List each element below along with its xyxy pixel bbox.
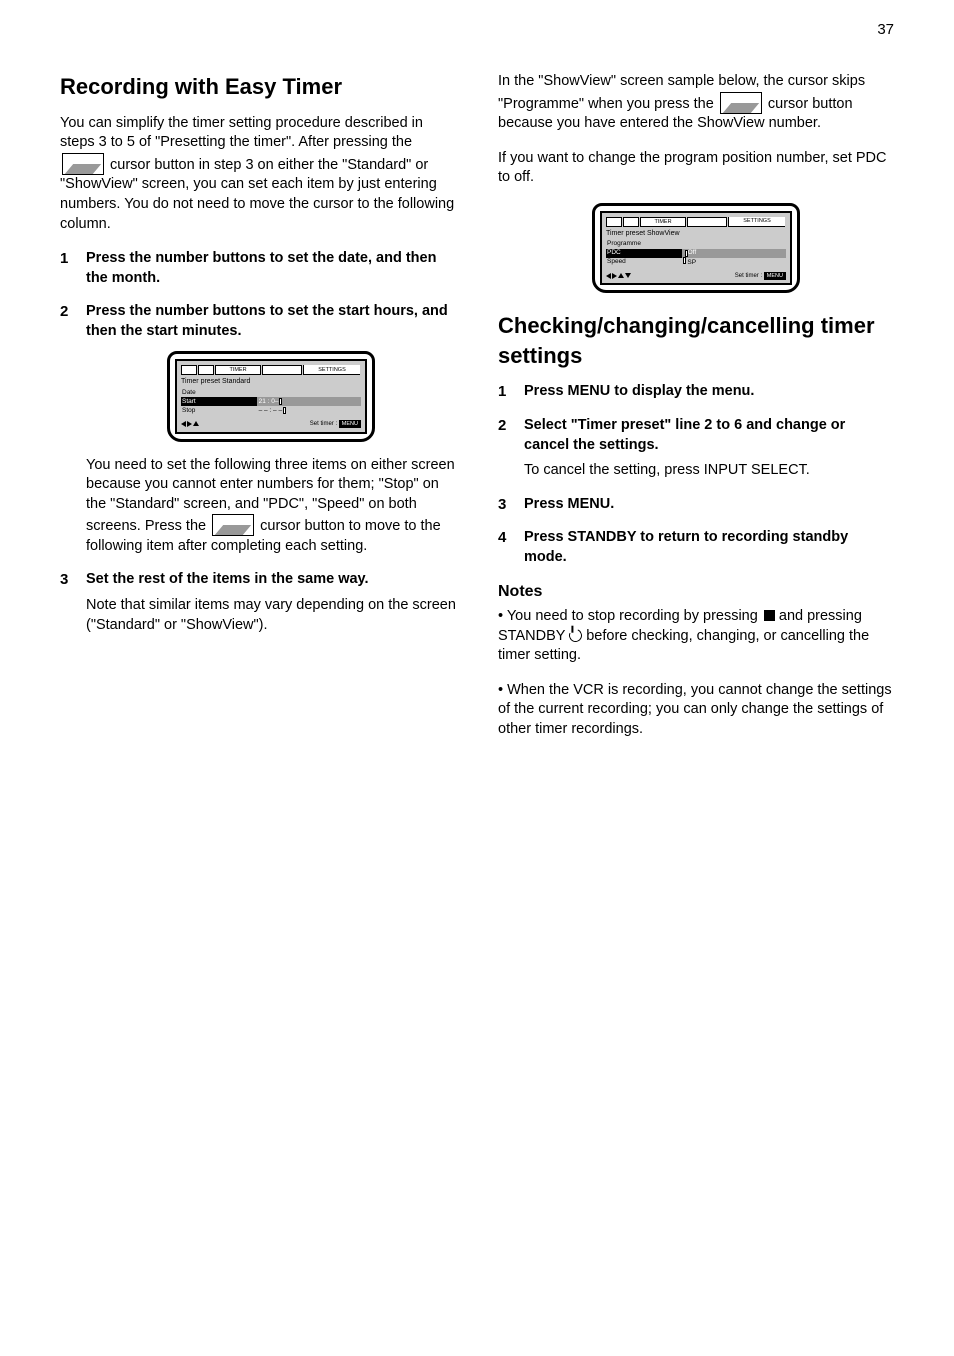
right-column: In the "ShowView" screen sample below, t… (498, 72, 894, 754)
arrow-right-icon (612, 273, 617, 279)
intro-post: cursor button in step 3 on either the "S… (60, 157, 454, 232)
page-content: Recording with Easy Timer You can simpli… (0, 0, 954, 754)
check-step-3: Press MENU. (498, 495, 894, 515)
osd-value: SP (682, 257, 696, 266)
stop-icon (764, 610, 775, 621)
osd-tab: TIMER (640, 217, 686, 227)
page-number: 37 (877, 20, 894, 40)
cursor-mark-icon (683, 257, 686, 264)
cursor-mark-icon (279, 398, 282, 405)
osd-tabs: TIMER SETTINGS (606, 217, 786, 227)
osd-tab (623, 217, 639, 227)
osd-label: PDC (606, 249, 682, 256)
step-2: Press the number buttons to set the star… (60, 302, 456, 556)
note-1: • You need to stop recording by pressing… (498, 607, 894, 666)
intro-pre: You can simplify the timer setting proce… (60, 115, 423, 151)
checking-steps-list: Press MENU to display the menu. Select "… (498, 382, 894, 567)
pdc-tip: If you want to change the program positi… (498, 149, 894, 188)
arrow-icons (181, 421, 199, 427)
step-2-text: Press the number buttons to set the star… (86, 303, 448, 339)
menu-button-chip: MENU (339, 420, 361, 428)
note-1a: You need to stop recording by pressing (507, 608, 758, 624)
osd-showview: TIMER SETTINGS Timer preset ShowView Pro… (592, 203, 800, 293)
tv-frame-inner: TIMER SETTINGS Timer preset Standard Dat… (175, 359, 367, 433)
tv-frame-inner: TIMER SETTINGS Timer preset ShowView Pro… (600, 211, 792, 285)
osd-tabs: TIMER SETTINGS (181, 365, 361, 375)
arrow-up-icon (193, 421, 199, 426)
osd-tab (606, 217, 622, 227)
step-3: Set the rest of the items in the same wa… (60, 570, 456, 635)
osd-tab: SETTINGS (728, 217, 785, 227)
osd-pdc-value: Off (688, 249, 697, 256)
osd-value: – – : – – (257, 406, 361, 415)
osd-label: Programme (606, 240, 682, 247)
osd-title: Timer preset Standard (181, 378, 361, 386)
osd-footer-label: Set timer : (735, 273, 762, 279)
cursor-mark-icon (283, 407, 286, 414)
cursor-right-icon (62, 153, 104, 175)
intro-paragraph: You can simplify the timer setting proce… (60, 114, 456, 234)
osd-label: Start (181, 398, 257, 405)
osd-stop-time: – – : – – (259, 407, 283, 414)
check-step-2-text: Select "Timer preset" line 2 to 6 and ch… (524, 417, 845, 453)
tv-frame-outer: TIMER SETTINGS Timer preset ShowView Pro… (592, 203, 800, 293)
osd-tab: SETTINGS (303, 365, 360, 375)
osd-footer: Set timer : MENU (181, 421, 361, 428)
arrow-down-icon (625, 273, 631, 278)
osd-row-pdc: PDC Off (606, 249, 786, 258)
osd-row-speed: Speed SP (606, 258, 786, 267)
osd-row-start: Start 21 : 0– (181, 397, 361, 406)
osd-label: Stop (181, 407, 257, 414)
right-intro: In the "ShowView" screen sample below, t… (498, 72, 894, 134)
left-column: Recording with Easy Timer You can simpli… (60, 72, 456, 754)
cursor-right-icon (720, 92, 762, 114)
osd-label: Speed (606, 258, 682, 265)
osd-footer-label: Set timer : (310, 421, 337, 427)
osd-row-date: Date (181, 388, 361, 397)
standby-icon (567, 627, 584, 644)
osd-tab (198, 365, 214, 375)
heading-checking: Checking/changing/cancelling timer setti… (498, 311, 894, 370)
osd-tab (181, 365, 197, 375)
check-step-3-text: Press MENU. (524, 496, 614, 512)
heading-easy-timer: Recording with Easy Timer (60, 72, 456, 102)
check-step-1-text: Press MENU to display the menu. (524, 383, 754, 399)
osd-title: Timer preset ShowView (606, 230, 786, 238)
step-1: Press the number buttons to set the date… (60, 249, 456, 288)
osd-row-stop: Stop – – : – – (181, 406, 361, 415)
arrow-up-icon (618, 273, 624, 278)
arrow-left-icon (606, 273, 611, 279)
check-step-4: Press STANDBY to return to recording sta… (498, 528, 894, 567)
check-step-2: Select "Timer preset" line 2 to 6 and ch… (498, 416, 894, 481)
cursor-right-icon (212, 514, 254, 536)
step-2-note: You need to set the following three item… (86, 456, 456, 557)
check-step-1: Press MENU to display the menu. (498, 382, 894, 402)
check-step-4-text: Press STANDBY to return to recording sta… (524, 529, 848, 565)
step-3-note: Note that similar items may vary dependi… (86, 596, 456, 635)
osd-tab: TIMER (215, 365, 261, 375)
arrow-right-icon (187, 421, 192, 427)
notes-heading: Notes (498, 581, 894, 603)
step-1-text: Press the number buttons to set the date… (86, 250, 436, 286)
osd-row-programme: Programme (606, 240, 786, 249)
osd-label: Date (181, 389, 257, 396)
osd-value: Off (682, 249, 786, 258)
osd-tab (262, 365, 302, 375)
osd-standard: TIMER SETTINGS Timer preset Standard Dat… (167, 351, 375, 441)
osd-footer: Set timer : MENU (606, 273, 786, 280)
osd-value: 21 : 0– (257, 397, 361, 406)
step-3-text: Set the rest of the items in the same wa… (86, 571, 369, 587)
steps-list: Press the number buttons to set the date… (60, 249, 456, 635)
tv-frame-outer: TIMER SETTINGS Timer preset Standard Dat… (167, 351, 375, 441)
check-step-2-sub: To cancel the setting, press INPUT SELEC… (524, 461, 894, 481)
arrow-left-icon (181, 421, 186, 427)
osd-start-time: 21 : 0– (259, 398, 279, 405)
osd-tab (687, 217, 727, 227)
note-2: • When the VCR is recording, you cannot … (498, 681, 894, 740)
menu-button-chip: MENU (764, 272, 786, 280)
note-2-text: When the VCR is recording, you cannot ch… (498, 682, 892, 737)
arrow-icons (606, 273, 631, 279)
osd-speed-value: SP (687, 259, 696, 266)
